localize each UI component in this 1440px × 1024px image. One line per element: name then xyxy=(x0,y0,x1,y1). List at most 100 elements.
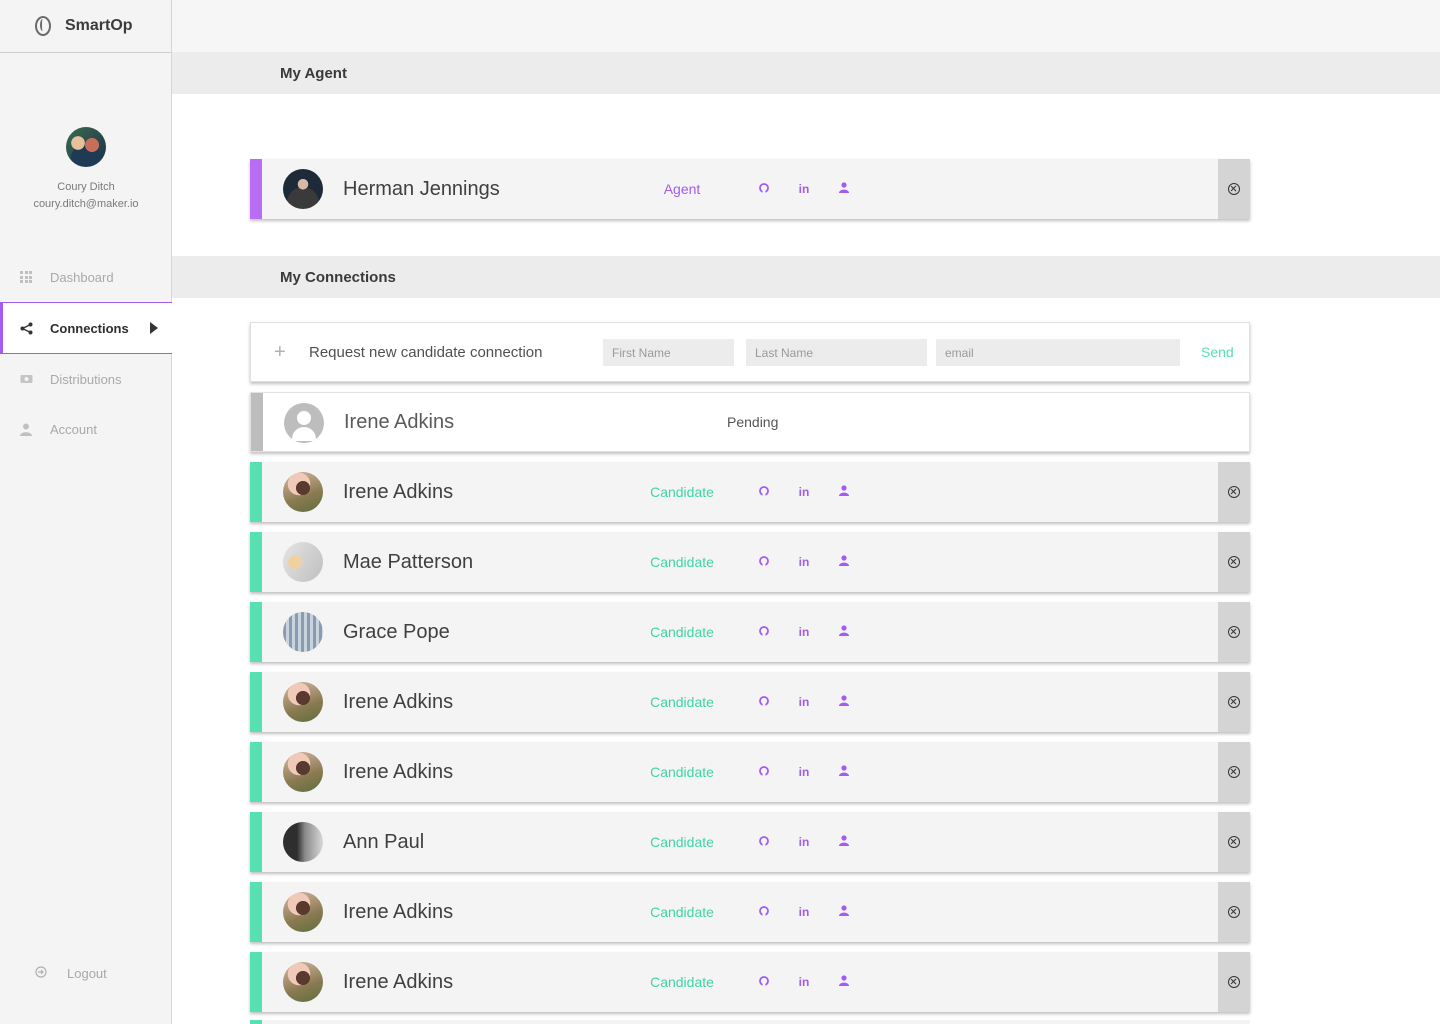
profile-links: in xyxy=(744,625,864,639)
person-icon[interactable] xyxy=(824,695,864,709)
person-icon[interactable] xyxy=(824,625,864,639)
logout-button[interactable]: Logout xyxy=(35,966,107,981)
first-name-input[interactable] xyxy=(603,339,734,366)
sidebar-item-account[interactable]: Account xyxy=(0,404,172,454)
status-stripe xyxy=(250,952,262,1012)
profile-links: in xyxy=(744,695,864,709)
person-icon[interactable] xyxy=(824,835,864,849)
github-icon[interactable] xyxy=(744,975,784,989)
connection-card[interactable]: Grace Pope Candidate in xyxy=(250,602,1250,662)
linkedin-icon[interactable]: in xyxy=(784,765,824,779)
status-stripe xyxy=(250,602,262,662)
profile-links: in xyxy=(744,485,864,499)
role-badge: Candidate xyxy=(650,904,714,920)
github-icon[interactable] xyxy=(744,695,784,709)
github-icon[interactable] xyxy=(744,765,784,779)
linkedin-icon[interactable]: in xyxy=(784,182,824,196)
role-badge: Candidate xyxy=(650,764,714,780)
connection-name: Irene Adkins xyxy=(344,410,455,433)
status-badge: Pending xyxy=(727,414,779,430)
person-icon[interactable] xyxy=(824,182,864,196)
person-icon xyxy=(19,422,33,436)
remove-button[interactable] xyxy=(1218,602,1250,662)
profile-name: Coury Ditch xyxy=(57,181,115,193)
sidebar-item-label: Account xyxy=(50,421,97,437)
connection-card[interactable]: Irene Adkins Candidate in xyxy=(250,742,1250,802)
github-icon[interactable] xyxy=(744,625,784,639)
linkedin-icon[interactable]: in xyxy=(784,695,824,709)
person-icon[interactable] xyxy=(824,485,864,499)
person-icon[interactable] xyxy=(824,975,864,989)
person-icon[interactable] xyxy=(824,765,864,779)
avatar xyxy=(283,822,323,862)
connection-card[interactable]: Irene Adkins Candidate in xyxy=(250,882,1250,942)
remove-button[interactable] xyxy=(1218,532,1250,592)
section-title: My Agent xyxy=(280,64,347,82)
status-stripe xyxy=(250,812,262,872)
status-stripe xyxy=(250,742,262,802)
smartop-logo-icon xyxy=(35,16,51,36)
section-title: My Connections xyxy=(280,268,396,286)
github-icon[interactable] xyxy=(744,555,784,569)
profile-links: in xyxy=(744,555,864,569)
remove-button[interactable] xyxy=(1218,812,1250,872)
person-icon[interactable] xyxy=(824,905,864,919)
sidebar-item-connections[interactable]: Connections xyxy=(0,302,172,354)
connection-card[interactable]: Ann Paul Candidate in xyxy=(250,812,1250,872)
connection-card[interactable]: Irene Adkins Candidate in xyxy=(250,672,1250,732)
linkedin-icon[interactable]: in xyxy=(784,975,824,989)
pending-connection-card[interactable]: Irene Adkins Pending xyxy=(250,392,1250,452)
avatar xyxy=(283,962,323,1002)
connection-card[interactable]: Mae Patterson Candidate in xyxy=(250,532,1250,592)
github-icon[interactable] xyxy=(744,485,784,499)
status-stripe xyxy=(251,393,263,451)
remove-button[interactable] xyxy=(1218,159,1250,219)
brand-name: SmartOp xyxy=(65,17,133,34)
status-stripe xyxy=(250,462,262,522)
connection-card[interactable]: Irene Adkins Candidate in xyxy=(250,462,1250,522)
remove-button[interactable] xyxy=(1218,882,1250,942)
connection-name: Irene Adkins xyxy=(343,970,454,993)
linkedin-icon[interactable]: in xyxy=(784,485,824,499)
email-input[interactable] xyxy=(936,339,1180,366)
role-badge: Candidate xyxy=(650,624,714,640)
logout-label: Logout xyxy=(67,966,107,981)
close-icon xyxy=(1228,906,1240,918)
connection-name: Irene Adkins xyxy=(343,760,454,783)
close-icon xyxy=(1228,626,1240,638)
linkedin-icon[interactable]: in xyxy=(784,625,824,639)
sidebar-item-distributions[interactable]: Distributions xyxy=(0,354,172,404)
sidebar-item-label: Connections xyxy=(50,320,129,336)
avatar xyxy=(283,892,323,932)
github-icon[interactable] xyxy=(744,835,784,849)
connection-name: Irene Adkins xyxy=(343,690,454,713)
brand[interactable]: SmartOp xyxy=(0,0,171,53)
role-badge: Candidate xyxy=(650,554,714,570)
linkedin-icon[interactable]: in xyxy=(784,555,824,569)
close-icon xyxy=(1228,696,1240,708)
sidebar-nav: Dashboard Connections Distributions Acco… xyxy=(0,252,172,454)
remove-button[interactable] xyxy=(1218,462,1250,522)
section-header-connections: My Connections xyxy=(172,256,1440,298)
status-stripe xyxy=(250,159,262,219)
avatar[interactable] xyxy=(66,127,106,167)
sidebar: SmartOp Coury Ditch coury.ditch@maker.io… xyxy=(0,0,172,1024)
sidebar-item-dashboard[interactable]: Dashboard xyxy=(0,252,172,302)
last-name-input[interactable] xyxy=(746,339,927,366)
plus-icon[interactable]: + xyxy=(274,341,286,364)
linkedin-icon[interactable]: in xyxy=(784,835,824,849)
remove-button[interactable] xyxy=(1218,672,1250,732)
agent-card[interactable]: Herman Jennings Agent in xyxy=(250,159,1250,219)
connection-card[interactable]: Irene Adkins Candidate in xyxy=(250,952,1250,1012)
profile-links: in xyxy=(744,835,864,849)
remove-button[interactable] xyxy=(1218,952,1250,1012)
github-icon[interactable] xyxy=(744,182,784,196)
remove-button[interactable] xyxy=(1218,742,1250,802)
github-icon[interactable] xyxy=(744,905,784,919)
top-bar xyxy=(172,0,1440,52)
person-icon[interactable] xyxy=(824,555,864,569)
send-button[interactable]: Send xyxy=(1201,344,1234,360)
avatar xyxy=(283,752,323,792)
linkedin-icon[interactable]: in xyxy=(784,905,824,919)
avatar xyxy=(283,542,323,582)
